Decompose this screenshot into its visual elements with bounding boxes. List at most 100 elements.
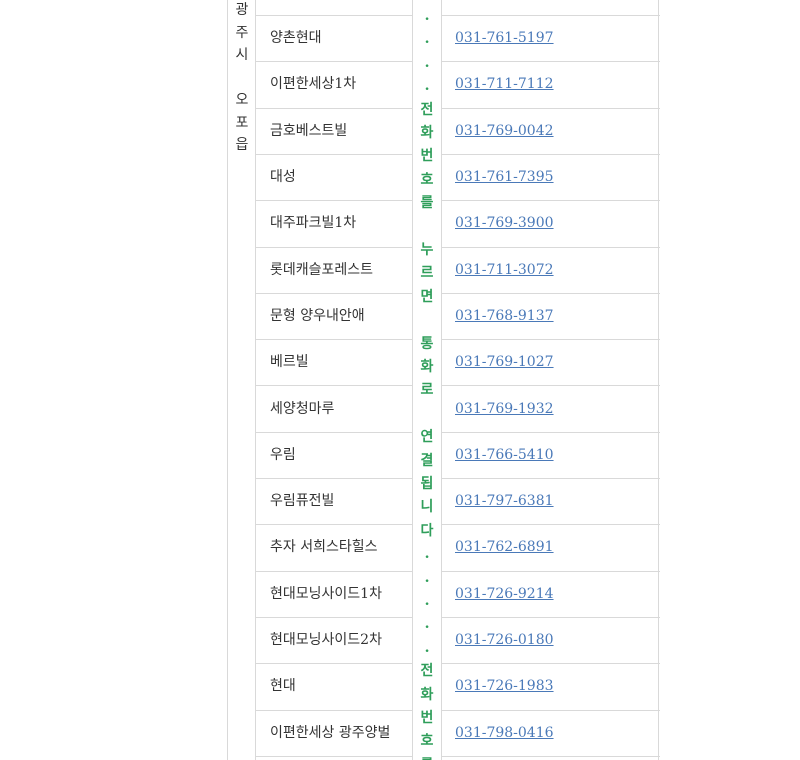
phone-link[interactable]: 031-798-0416 <box>455 724 554 742</box>
call-notice-char: 누 <box>420 242 434 258</box>
apartment-name: 양촌현대 <box>270 30 322 47</box>
row-divider <box>442 61 660 63</box>
row-divider <box>256 570 413 572</box>
row-divider <box>256 200 413 202</box>
call-notice-char: . <box>424 31 430 48</box>
apartment-name: 추자 서희스타힐스 <box>270 539 378 556</box>
row-divider <box>442 755 660 757</box>
call-notice-char: 화 <box>420 125 434 141</box>
apartment-name: 이편한세상1차 <box>270 76 357 93</box>
row-divider <box>256 616 413 618</box>
phone-link[interactable]: 031-797-6381 <box>455 492 554 510</box>
apartment-name: 현대모닝사이드1차 <box>270 585 382 602</box>
apartment-phone-table: 광주시오포읍 양촌현대 이편한세상1차 금호베스트빌 대성 대주파크빌1차 롯데캐슬포레스… <box>0 0 800 760</box>
call-notice-char: 를 <box>420 195 434 212</box>
row-divider <box>256 478 413 479</box>
phone-link[interactable]: 031-769-3900 <box>455 214 554 232</box>
row-divider <box>256 339 413 341</box>
apartment-name: 문형 양우내안애 <box>270 307 365 324</box>
phone-link[interactable]: 031-761-5197 <box>455 29 554 47</box>
call-notice-char: 번 <box>420 148 434 165</box>
region-label-char: 포 <box>235 114 249 131</box>
call-notice-char: 다 <box>420 522 434 539</box>
call-notice-char: 화 <box>420 686 434 703</box>
phone-number-column: 031-761-5197 031-711-7112 031-769-0042 031-… <box>441 0 660 760</box>
row-divider <box>256 709 413 711</box>
call-notice-char: 번 <box>420 710 434 726</box>
apartment-name: 금호베스트빌 <box>270 122 348 139</box>
call-notice-char: . <box>424 569 430 586</box>
row-divider <box>256 431 413 433</box>
row-divider <box>442 709 660 711</box>
row-divider <box>256 246 413 248</box>
phone-link[interactable]: 031-726-1983 <box>455 677 554 695</box>
call-notice-char: . <box>424 639 430 656</box>
row-divider <box>256 153 413 155</box>
apartment-name: 현대모닝사이드2차 <box>270 632 382 649</box>
phone-link[interactable]: 031-761-7395 <box>455 168 554 186</box>
row-divider <box>442 107 660 109</box>
call-notice-char: . <box>424 616 430 633</box>
call-notice-char: 호 <box>420 733 434 750</box>
phone-link[interactable]: 031-762-6891 <box>455 538 554 556</box>
call-notice-char: 면 <box>420 288 434 305</box>
row-divider <box>256 61 413 63</box>
row-divider <box>442 200 660 202</box>
call-notice-char: 됩 <box>420 476 434 492</box>
call-notice-char: 연 <box>420 429 434 446</box>
call-notice-char: . <box>424 78 430 95</box>
row-divider <box>442 478 660 479</box>
phone-link[interactable]: 031-711-3072 <box>455 261 554 279</box>
apartment-name: 이편한세상 광주양벌 <box>270 724 391 741</box>
row-divider <box>442 431 660 433</box>
call-notice-char: 전 <box>420 663 434 680</box>
row-divider <box>442 153 660 155</box>
region-label-char: 오 <box>235 92 249 108</box>
apartment-name: 대성 <box>270 169 296 186</box>
apartment-name: 베르빌 <box>270 354 309 371</box>
row-divider <box>256 107 413 109</box>
row-divider <box>256 524 413 526</box>
call-notice-column: ....전화번호를누르면통화로연결됩니다.....전화번호를 <box>413 0 441 760</box>
call-notice-char: . <box>424 546 430 563</box>
row-divider <box>256 755 413 757</box>
phone-link[interactable]: 031-726-9214 <box>455 585 554 603</box>
call-notice-char: . <box>424 54 430 71</box>
phone-link[interactable]: 031-711-7112 <box>455 75 554 93</box>
call-notice-char: . <box>424 593 430 609</box>
call-notice-char: 결 <box>420 452 434 469</box>
call-notice-char: . <box>424 8 430 24</box>
row-divider <box>442 524 660 526</box>
phone-link[interactable]: 031-726-0180 <box>455 631 554 649</box>
call-notice-char: 화 <box>420 359 434 375</box>
row-divider <box>442 663 660 665</box>
call-notice-char: 통 <box>420 335 434 352</box>
apartment-name-column: 양촌현대이편한세상1차금호베스트빌대성대주파크빌1차롯데캐슬포레스트문형 양우내… <box>256 0 413 760</box>
call-notice-char: 니 <box>420 499 434 516</box>
phone-link[interactable]: 031-769-0042 <box>455 122 554 140</box>
region-label-char: 광 <box>235 2 249 18</box>
row-divider <box>442 570 660 572</box>
phone-link[interactable]: 031-768-9137 <box>455 307 554 325</box>
call-notice-char: 호 <box>420 171 434 188</box>
call-notice-char: 를 <box>413 755 441 760</box>
row-divider <box>442 385 660 387</box>
call-notice-char: 전 <box>420 101 434 118</box>
call-notice-char: 르 <box>420 265 434 282</box>
row-divider <box>256 385 413 387</box>
region-cell: 광주시오포읍 <box>227 0 256 760</box>
row-divider <box>442 339 660 341</box>
phone-link[interactable]: 031-769-1932 <box>455 400 554 418</box>
phone-link[interactable]: 031-769-1027 <box>455 353 554 371</box>
apartment-name: 대주파크빌1차 <box>270 215 357 232</box>
apartment-name: 세양청마루 <box>270 400 335 417</box>
apartment-name: 우림 <box>270 446 296 463</box>
row-divider <box>442 616 660 618</box>
phone-link[interactable]: 031-766-5410 <box>455 446 554 464</box>
region-label-char: 주 <box>235 24 249 41</box>
row-divider <box>256 663 413 665</box>
region-label-char: 시 <box>235 47 249 63</box>
call-notice-char: 로 <box>420 382 434 399</box>
row-divider <box>442 292 660 294</box>
apartment-name: 롯데캐슬포레스트 <box>270 261 374 278</box>
